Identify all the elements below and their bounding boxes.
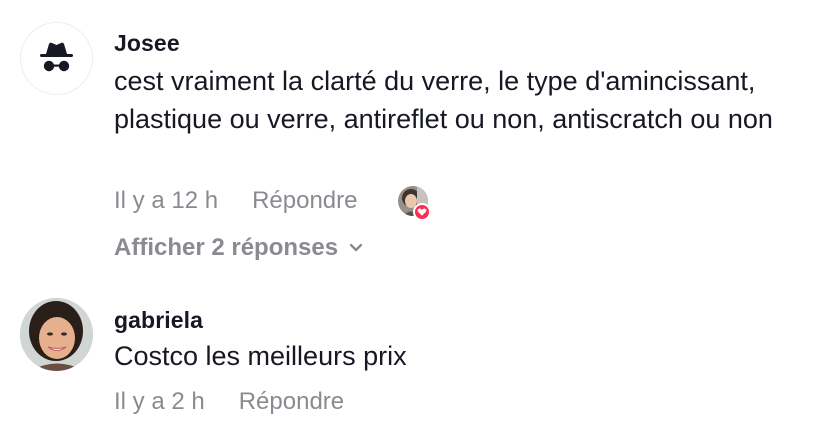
chevron-down-icon [348, 232, 364, 262]
comment-text: cest vraiment la clarté du verre, le typ… [114, 66, 773, 134]
view-replies-label: Afficher 2 réponses [114, 234, 339, 261]
reply-button[interactable]: Répondre [239, 388, 344, 415]
comment-timestamp: Il y a 12 h [114, 187, 219, 214]
comment-username[interactable]: Josee [114, 29, 180, 57]
liked-by-creator-badge [398, 186, 431, 221]
heart-icon [413, 203, 431, 221]
comment-meta: Il y a 12 h Répondre [114, 186, 357, 216]
view-replies-button[interactable]: Afficher 2 réponses [114, 233, 364, 263]
comment-text: Costco les meilleurs prix [114, 341, 407, 371]
reply-button[interactable]: Répondre [252, 187, 357, 214]
avatar[interactable] [20, 298, 93, 371]
comment-timestamp: Il y a 2 h [114, 388, 205, 415]
user-photo [20, 298, 93, 371]
avatar[interactable] [20, 22, 93, 95]
comment-username[interactable]: gabriela [114, 306, 203, 334]
incognito-icon [40, 42, 73, 72]
comment-meta: Il y a 2 h Répondre [114, 387, 344, 417]
